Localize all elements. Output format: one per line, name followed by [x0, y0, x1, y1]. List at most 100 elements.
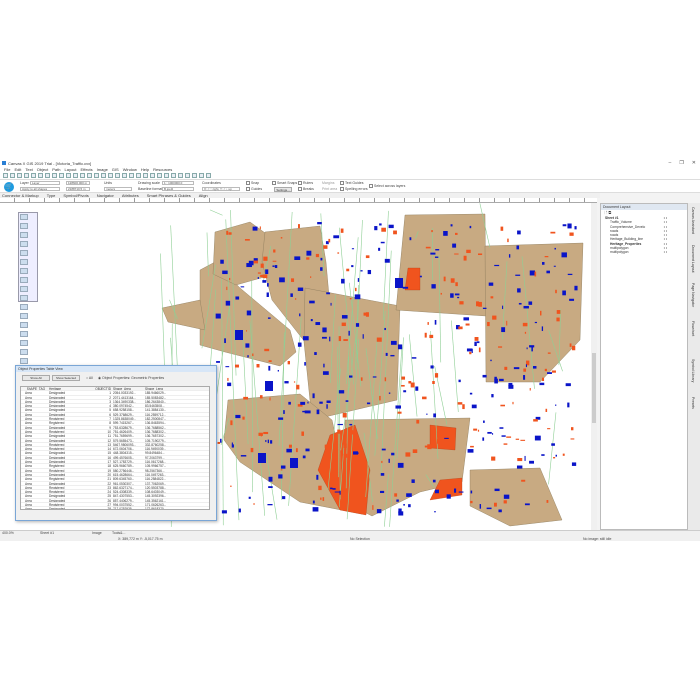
designated-heritage-building[interactable]	[265, 269, 269, 275]
coordinates-select[interactable]: X: < ↑ right, Y: < ↓ up	[202, 187, 240, 191]
designated-heritage-building[interactable]	[443, 231, 448, 236]
tool-icon[interactable]	[20, 313, 28, 319]
registered-heritage-building[interactable]	[503, 443, 508, 445]
layer-select[interactable]: Layer	[30, 181, 60, 185]
designated-heritage-building[interactable]	[338, 390, 345, 394]
registered-heritage-building[interactable]	[500, 404, 506, 407]
designated-heritage-building[interactable]	[320, 267, 323, 271]
tool-icon[interactable]	[20, 241, 28, 247]
y-field[interactable]: 2188710.5 m	[66, 187, 90, 191]
designated-heritage-building[interactable]	[561, 252, 567, 258]
registered-heritage-building[interactable]	[310, 276, 312, 278]
designated-heritage-building[interactable]	[337, 423, 343, 426]
toolbar-icon[interactable]	[108, 173, 113, 178]
designated-heritage-building[interactable]	[562, 290, 566, 296]
designated-heritage-building[interactable]	[435, 249, 440, 251]
designated-heritage-building[interactable]	[253, 258, 258, 261]
designated-heritage-building[interactable]	[376, 509, 382, 514]
registered-heritage-building[interactable]	[436, 438, 441, 444]
designated-heritage-building[interactable]	[499, 427, 504, 429]
registered-heritage-building[interactable]	[540, 310, 542, 316]
registered-heritage-building[interactable]	[394, 493, 398, 497]
designated-heritage-building[interactable]	[547, 372, 552, 374]
registered-heritage-building[interactable]	[343, 453, 348, 458]
designated-heritage-building[interactable]	[366, 402, 371, 405]
designated-heritage-building[interactable]	[302, 455, 306, 459]
registered-heritage-building[interactable]	[340, 228, 344, 233]
designated-heritage-building[interactable]	[574, 285, 578, 291]
designated-heritage-building[interactable]	[474, 341, 477, 347]
registered-heritage-building[interactable]	[429, 334, 434, 339]
designated-heritage-building[interactable]	[378, 247, 381, 251]
registered-heritage-building[interactable]	[478, 347, 481, 353]
designated-heritage-building[interactable]	[379, 223, 382, 226]
registered-heritage-building[interactable]	[515, 438, 520, 440]
designated-heritage-building[interactable]	[458, 491, 464, 493]
registered-heritage-building[interactable]	[521, 479, 526, 482]
designated-heritage-building[interactable]	[466, 348, 473, 352]
designated-heritage-building[interactable]	[284, 381, 289, 384]
designated-heritage-building[interactable]	[326, 404, 328, 409]
radio-all[interactable]: ○ All	[86, 376, 93, 380]
toolbar-icon[interactable]	[59, 173, 64, 178]
tool-icon[interactable]	[20, 322, 28, 328]
registered-heritage-building[interactable]	[493, 502, 497, 507]
designated-heritage-building[interactable]	[266, 292, 269, 297]
registered-heritage-building[interactable]	[570, 427, 574, 431]
parcel-polygon[interactable]	[161, 299, 206, 331]
registered-heritage-building[interactable]	[533, 419, 538, 422]
guides-checkbox[interactable]: Guides	[246, 187, 262, 192]
registered-heritage-building[interactable]	[512, 401, 514, 405]
registered-heritage-building[interactable]	[338, 336, 342, 342]
designated-heritage-building[interactable]	[306, 250, 312, 256]
side-tab[interactable]: Presets	[691, 397, 695, 431]
registered-heritage-building[interactable]	[425, 246, 431, 249]
designated-heritage-building[interactable]	[265, 440, 267, 443]
registered-heritage-building[interactable]	[229, 277, 231, 281]
designated-heritage-building[interactable]	[246, 310, 252, 316]
registered-heritage-building[interactable]	[462, 404, 465, 410]
menu-image[interactable]: Image	[97, 167, 108, 172]
registered-heritage-building[interactable]	[401, 376, 406, 380]
designated-heritage-building[interactable]	[329, 336, 331, 342]
designated-heritage-building[interactable]	[528, 301, 533, 305]
designated-heritage-building[interactable]	[463, 317, 470, 321]
duplicate-icon[interactable]: ⧉	[608, 210, 611, 215]
registered-heritage-building[interactable]	[570, 438, 575, 440]
toolbar-icon[interactable]	[87, 173, 92, 178]
column-header[interactable]: Shape_Leng	[145, 387, 177, 390]
registered-heritage-building[interactable]	[498, 346, 503, 348]
registered-heritage-building[interactable]	[547, 352, 551, 354]
registered-heritage-building[interactable]	[288, 444, 292, 448]
registered-heritage-building[interactable]	[455, 282, 458, 287]
registered-heritage-building[interactable]	[252, 353, 254, 357]
designated-heritage-building[interactable]	[508, 254, 511, 258]
registered-heritage-building[interactable]	[546, 500, 549, 503]
designated-heritage-building[interactable]	[571, 462, 577, 466]
registered-heritage-building[interactable]	[301, 431, 304, 436]
registered-heritage-building[interactable]	[416, 419, 420, 424]
designated-heritage-building[interactable]	[227, 382, 232, 387]
registered-heritage-building[interactable]	[544, 368, 547, 372]
registered-heritage-building[interactable]	[318, 485, 322, 491]
registered-heritage-building[interactable]	[258, 432, 263, 436]
registered-heritage-building[interactable]	[341, 498, 343, 503]
designated-heritage-building[interactable]	[317, 222, 322, 225]
menu-edit[interactable]: Edit	[14, 167, 21, 172]
registered-heritage-building[interactable]	[474, 337, 479, 341]
designated-heritage-building[interactable]	[385, 352, 388, 356]
designated-heritage-building[interactable]	[498, 509, 502, 513]
designated-heritage-building[interactable]	[279, 277, 285, 283]
text-guides-checkbox[interactable]: Text Guides	[340, 181, 363, 186]
registered-heritage-building[interactable]	[364, 461, 368, 465]
designated-heritage-building[interactable]	[355, 323, 360, 327]
registered-heritage-building[interactable]	[470, 500, 473, 504]
registered-heritage-building[interactable]	[253, 503, 255, 505]
designated-heritage-building[interactable]	[419, 275, 422, 278]
select-across-layers-checkbox[interactable]: Select across layers	[369, 184, 405, 189]
designated-heritage-building[interactable]	[397, 344, 403, 350]
designated-heritage-building[interactable]	[325, 241, 329, 245]
registered-heritage-building[interactable]	[412, 449, 418, 453]
toolbar-icon[interactable]	[150, 173, 155, 178]
side-tab[interactable]: Canvas Assistant	[691, 207, 695, 241]
